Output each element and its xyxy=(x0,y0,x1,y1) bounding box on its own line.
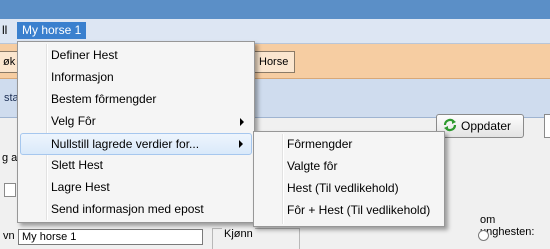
refresh-icon xyxy=(443,118,457,132)
gender-label: Kjønn xyxy=(222,228,255,240)
horse-menu: Definer Hest Informasjon Bestem fôrmengd… xyxy=(17,41,255,223)
menu-my-horse[interactable]: My horse 1 xyxy=(17,22,87,39)
checkbox[interactable] xyxy=(4,183,16,197)
right-info-label: om unghesten: xyxy=(480,214,535,238)
submenu-item-feed-amounts[interactable]: Fôrmengder xyxy=(256,134,442,154)
menu-item-define-horse[interactable]: Definer Hest xyxy=(20,45,252,65)
menu-item-choose-feed[interactable]: Velg Fôr xyxy=(20,111,252,131)
menu-item-delete-horse[interactable]: Slett Hest xyxy=(20,155,252,175)
menu-item-information[interactable]: Informasjon xyxy=(20,67,252,87)
toolbar-button-horse[interactable]: Horse xyxy=(252,51,296,73)
name-label: vn xyxy=(3,230,15,242)
edge-button[interactable] xyxy=(544,114,550,138)
radio-button[interactable] xyxy=(478,230,489,241)
reset-submenu: Fôrmengder Valgte fôr Hest (Til vedlikeh… xyxy=(253,131,445,227)
submenu-item-selected-feeds[interactable]: Valgte fôr xyxy=(256,156,442,176)
menu-item-feed-amounts[interactable]: Bestem fôrmengder xyxy=(20,89,252,109)
update-button-label: Oppdater xyxy=(461,119,512,133)
chevron-right-icon xyxy=(239,140,243,148)
submenu-item-feed-horse-maintenance[interactable]: Fôr + Hest (Til vedlikehold) xyxy=(256,200,442,220)
menu-item-send-email[interactable]: Send informasjon med epost xyxy=(20,199,252,219)
update-button[interactable]: Oppdater xyxy=(436,114,524,138)
submenu-item-horse-maintenance[interactable]: Hest (Til vedlikehold) xyxy=(256,178,442,198)
chevron-right-icon xyxy=(240,118,244,126)
menu-item-save-horse[interactable]: Lagre Hest xyxy=(20,177,252,197)
menu-item-partial[interactable]: ll xyxy=(0,22,12,39)
menu-item-reset-values[interactable]: Nullstill lagrede verdier for... xyxy=(20,133,252,155)
title-bar xyxy=(0,0,550,19)
